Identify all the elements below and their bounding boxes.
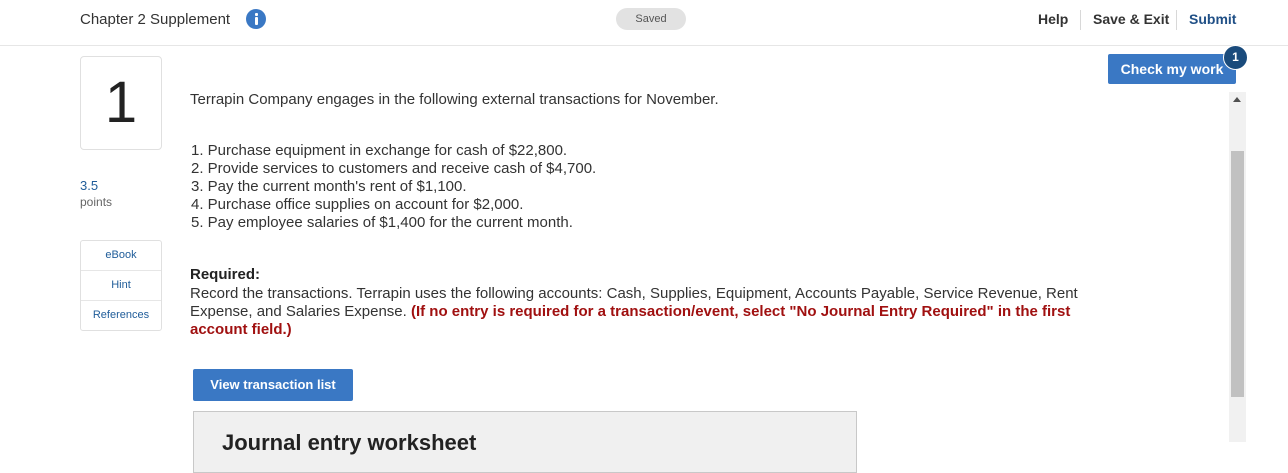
required-heading: Required: [190,266,261,283]
check-attempts-badge: 1 [1223,45,1248,70]
help-link[interactable]: Help [1038,11,1068,27]
view-transaction-list-button[interactable]: View transaction list [193,369,353,401]
points-value: 3.5 [80,178,99,193]
check-my-work-button[interactable]: Check my work [1108,54,1236,84]
scroll-up-arrow-icon[interactable] [1229,92,1246,109]
transaction-list: 1. Purchase equipment in exchange for ca… [191,142,596,232]
journal-entry-worksheet: Journal entry worksheet [193,411,857,473]
saved-status-badge: Saved [616,8,686,30]
references-link[interactable]: References [81,301,161,330]
ebook-link[interactable]: eBook [81,241,161,271]
question-number: 1 [80,56,162,150]
transaction-item: 4. Purchase office supplies on account f… [191,196,524,213]
assignment-title: Chapter 2 Supplement [80,11,231,28]
question-intro: Terrapin Company engages in the followin… [190,91,719,108]
points-label: points [80,195,113,209]
required-text-block: Record the transactions. Terrapin uses t… [190,285,1130,339]
hint-link[interactable]: Hint [81,271,161,301]
divider [1176,10,1177,30]
save-exit-link[interactable]: Save & Exit [1093,11,1169,27]
transaction-item: 2. Provide services to customers and rec… [191,160,597,177]
scrollbar-thumb[interactable] [1231,151,1244,397]
resource-links: eBook Hint References [80,240,162,331]
submit-link[interactable]: Submit [1189,11,1236,27]
transaction-item: 5. Pay employee salaries of $1,400 for t… [191,214,573,231]
top-bar: Chapter 2 Supplement Saved Help Save & E… [0,0,1288,46]
transaction-item: 3. Pay the current month's rent of $1,10… [191,178,467,195]
transaction-item: 1. Purchase equipment in exchange for ca… [191,142,568,159]
divider [1080,10,1081,30]
worksheet-title: Journal entry worksheet [222,430,477,455]
info-icon[interactable] [246,9,266,29]
